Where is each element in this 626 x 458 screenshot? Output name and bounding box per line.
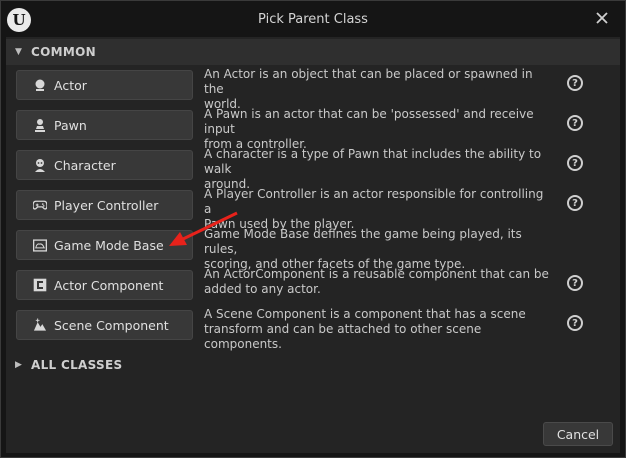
scene-component-button[interactable]: Scene Component — [16, 310, 193, 340]
scene-component-description-line2: transform and can be attached to other s… — [204, 322, 482, 351]
title-bar: U Pick Parent Class — [1, 1, 625, 37]
game-mode-base-description-line1: Game Mode Base defines the game being pl… — [204, 227, 522, 256]
class-row-player-controller: Player Controller A Player Controller is… — [16, 187, 610, 231]
all-classes-section-header[interactable]: ▶ ALL CLASSES — [6, 352, 620, 378]
actor-component-icon — [33, 278, 47, 292]
scene-component-description-line1: A Scene Component is a component that ha… — [204, 307, 526, 321]
actor-component-description: An ActorComponent is a reusable componen… — [204, 267, 549, 297]
close-button[interactable] — [593, 10, 611, 28]
class-row-actor: Actor An Actor is an object that can be … — [16, 67, 610, 111]
game-mode-base-button[interactable]: Game Mode Base — [16, 230, 193, 260]
class-row-character: Character A character is a type of Pawn … — [16, 147, 610, 191]
pawn-button[interactable]: Pawn — [16, 110, 193, 140]
actor-description: An Actor is an object that can be placed… — [204, 67, 549, 112]
player-controller-help-icon[interactable]: ? — [567, 195, 583, 211]
character-button-label: Character — [54, 157, 116, 173]
class-row-scene-component: Scene Component A Scene Component is a c… — [16, 307, 610, 351]
player-controller-description: A Player Controller is an actor responsi… — [204, 187, 549, 232]
player-controller-description-line1: A Player Controller is an actor responsi… — [204, 187, 544, 216]
gamepad-icon — [33, 198, 47, 212]
cancel-button[interactable]: Cancel — [543, 422, 613, 446]
character-button[interactable]: Character — [16, 150, 193, 180]
class-row-pawn: Pawn A Pawn is an actor that can be 'pos… — [16, 107, 610, 151]
dialog-content: ▼ COMMON Actor An Actor is an object tha… — [6, 37, 620, 453]
scene-component-button-label: Scene Component — [54, 317, 169, 333]
scene-component-icon — [33, 318, 47, 332]
character-help-icon[interactable]: ? — [567, 155, 583, 171]
all-classes-section-label: ALL CLASSES — [31, 358, 123, 372]
close-icon — [596, 12, 608, 24]
actor-component-description-line2: added to any actor. — [204, 282, 321, 296]
actor-description-line1: An Actor is an object that can be placed… — [204, 67, 533, 96]
actor-button[interactable]: Actor — [16, 70, 193, 100]
chevron-right-icon: ▶ — [15, 360, 23, 370]
game-mode-base-button-label: Game Mode Base — [54, 237, 164, 253]
character-description-line1: A character is a type of Pawn that inclu… — [204, 147, 542, 176]
player-controller-button[interactable]: Player Controller — [16, 190, 193, 220]
player-controller-button-label: Player Controller — [54, 197, 159, 213]
scene-component-description: A Scene Component is a component that ha… — [204, 307, 549, 352]
game-mode-base-description: Game Mode Base defines the game being pl… — [204, 227, 549, 272]
actor-component-help-icon[interactable]: ? — [567, 275, 583, 291]
scene-component-help-icon[interactable]: ? — [567, 315, 583, 331]
actor-component-button[interactable]: Actor Component — [16, 270, 193, 300]
actor-icon — [33, 78, 47, 92]
common-section-header[interactable]: ▼ COMMON — [6, 39, 620, 65]
pawn-help-icon[interactable]: ? — [567, 115, 583, 131]
actor-help-icon[interactable]: ? — [567, 75, 583, 91]
actor-button-label: Actor — [54, 77, 87, 93]
class-row-game-mode-base: Game Mode Base Game Mode Base defines th… — [16, 227, 610, 271]
chevron-down-icon: ▼ — [15, 47, 23, 57]
pawn-description-line1: A Pawn is an actor that can be 'possesse… — [204, 107, 534, 136]
character-icon — [33, 158, 47, 172]
pawn-icon — [33, 118, 47, 132]
dialog-title: Pick Parent Class — [258, 12, 368, 27]
game-mode-icon — [33, 238, 47, 252]
common-section-label: COMMON — [31, 45, 96, 59]
pick-parent-class-dialog: U Pick Parent Class ▼ COMMON Actor An Ac… — [0, 0, 626, 458]
pawn-button-label: Pawn — [54, 117, 87, 133]
actor-component-button-label: Actor Component — [54, 277, 164, 293]
actor-component-description-line1: An ActorComponent is a reusable componen… — [204, 267, 549, 281]
character-description: A character is a type of Pawn that inclu… — [204, 147, 549, 192]
pawn-description: A Pawn is an actor that can be 'possesse… — [204, 107, 549, 152]
class-row-actor-component: Actor Component An ActorComponent is a r… — [16, 267, 610, 305]
